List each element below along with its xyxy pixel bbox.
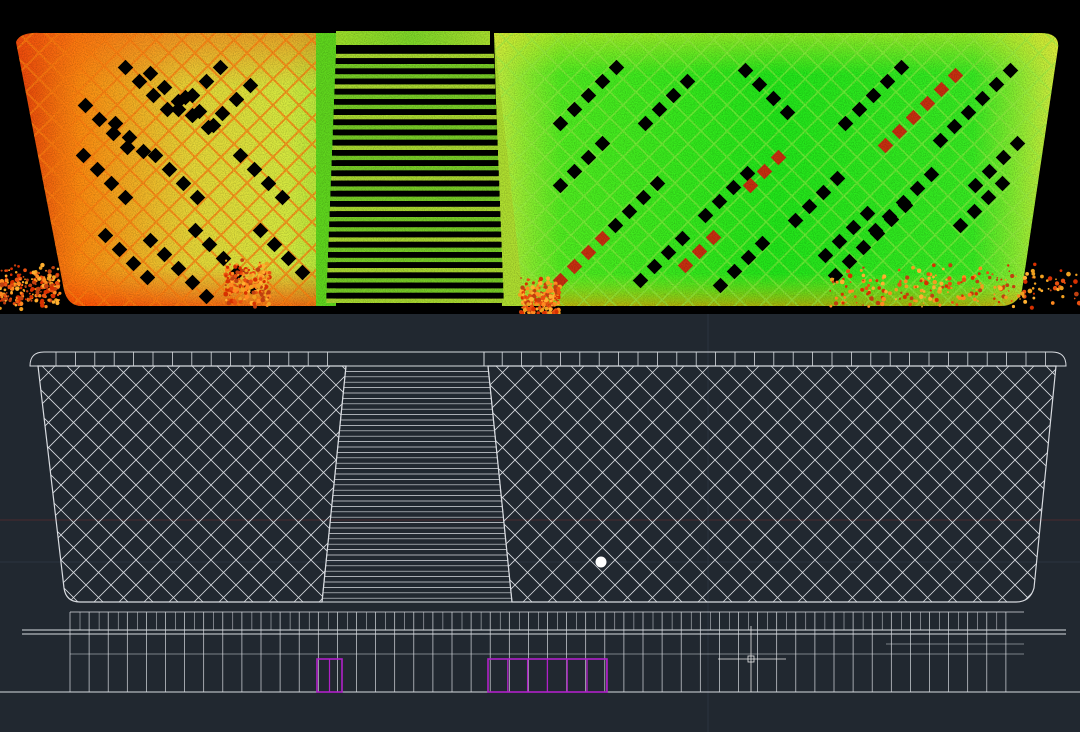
point-cloud-elevation	[0, 0, 1080, 314]
cad-elevation	[0, 314, 1080, 732]
point-cloud-scan-view	[0, 0, 1080, 314]
cad-elevation-drawing	[0, 314, 1080, 732]
cad-point-marker[interactable]	[595, 556, 607, 568]
